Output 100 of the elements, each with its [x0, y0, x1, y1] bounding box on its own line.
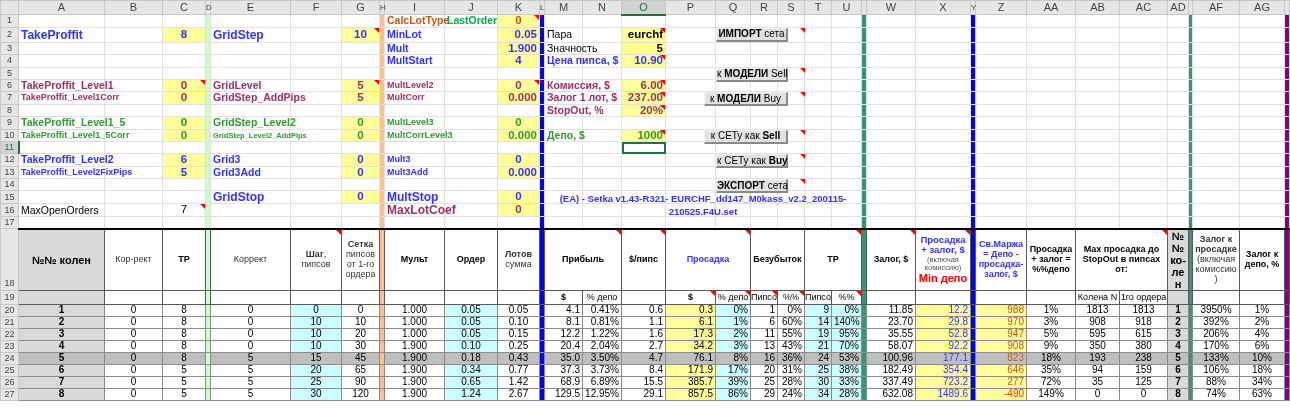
table-cell: 0: [1075, 388, 1120, 401]
column-header[interactable]: A: [18, 0, 105, 15]
column-header[interactable]: AD: [1167, 0, 1189, 15]
table-cell: 0: [341, 304, 380, 317]
parameter-label: MaxOpenOrders: [21, 203, 99, 216]
column-heading: Прибыль: [544, 228, 622, 291]
parameter-label: TakeProffit: [21, 27, 83, 42]
table-cell: 5: [210, 376, 291, 389]
table-cell: 0.81%: [582, 316, 622, 329]
parameter-label: StopOut, %: [547, 103, 604, 116]
column-header[interactable]: Z: [975, 0, 1027, 15]
table-cell: 8%: [715, 352, 751, 365]
parameter-label: Пара: [547, 28, 573, 40]
column-header[interactable]: W: [866, 0, 916, 15]
column-header[interactable]: K: [497, 0, 540, 15]
active-cell[interactable]: [621, 141, 666, 154]
row-header[interactable]: 18: [0, 228, 19, 291]
action-button[interactable]: ЭКСПОРТ сета: [716, 179, 788, 193]
table-cell: 206%: [1192, 328, 1240, 341]
table-cell: 35: [1075, 376, 1120, 389]
parameter-label: MinLot: [387, 28, 422, 40]
column-header[interactable]: AB: [1075, 0, 1120, 15]
table-cell: 8: [162, 352, 206, 365]
action-button[interactable]: к СЕТу как Buy: [716, 154, 788, 168]
table-cell: 16: [750, 352, 778, 365]
table-cell: 100.96: [866, 352, 916, 365]
table-cell: 0: [104, 340, 163, 353]
column-header[interactable]: I: [384, 0, 445, 15]
column-header[interactable]: AF: [1192, 0, 1240, 15]
column-header[interactable]: [1188, 0, 1193, 15]
table-cell: 159: [1119, 364, 1168, 377]
column-heading: Коррект: [210, 228, 291, 291]
column-header[interactable]: H: [379, 0, 385, 15]
table-cell: 12.2: [544, 328, 583, 341]
parameter-label: TakeProffit_Level1_5Corr: [21, 129, 130, 140]
parameter-label: Mult3Add: [387, 166, 428, 177]
column-header[interactable]: O: [621, 0, 666, 15]
column-header[interactable]: P: [665, 0, 716, 15]
table-cell: 11: [750, 328, 778, 341]
table-cell: 149%: [1026, 388, 1076, 401]
table-cell: 5: [1167, 352, 1189, 365]
column-header[interactable]: AG: [1239, 0, 1285, 15]
parameter-label: Mult: [387, 41, 409, 54]
table-cell: 0: [210, 304, 291, 317]
table-cell: 5%: [1026, 328, 1076, 341]
table-cell: 60%: [777, 316, 805, 329]
parameter-label: MultCorrLevel3: [387, 129, 453, 140]
column-header[interactable]: Q: [715, 0, 751, 15]
table-cell: 20.4: [544, 340, 583, 353]
column-header[interactable]: F: [290, 0, 342, 15]
column-header[interactable]: T: [804, 0, 832, 15]
column-header[interactable]: R: [750, 0, 778, 15]
table-cell: 0: [104, 364, 163, 377]
column-header[interactable]: U: [831, 0, 862, 15]
table-cell: 10: [341, 316, 380, 329]
table-cell: 0: [1119, 388, 1168, 401]
parameter-label: TakeProffit_Level2FixPips: [21, 166, 133, 177]
table-cell: 9%: [1026, 340, 1076, 353]
column-header[interactable]: [1284, 0, 1290, 15]
column-header[interactable]: G: [341, 0, 380, 15]
column-header[interactable]: M: [544, 0, 583, 15]
table-cell: 1.000: [384, 328, 445, 341]
warning-label: Min депо: [917, 272, 969, 285]
column-header[interactable]: N: [582, 0, 622, 15]
column-header[interactable]: AC: [1119, 0, 1168, 15]
column-header[interactable]: B: [104, 0, 163, 15]
column-header[interactable]: D: [205, 0, 211, 15]
column-header[interactable]: S: [777, 0, 805, 15]
column-header[interactable]: C: [162, 0, 206, 15]
table-cell: 23.70: [866, 316, 916, 329]
table-cell: 0.77: [497, 364, 540, 377]
parameter-label: LastOrder: [447, 14, 498, 27]
table-cell: 177.1: [915, 352, 971, 365]
column-subheading: % депо: [715, 290, 751, 305]
table-cell: 133%: [1192, 352, 1240, 365]
table-cell: 1813: [1075, 304, 1120, 317]
column-header[interactable]: J: [444, 0, 498, 15]
parameter-label: TakeProffit_Level1Corr: [21, 92, 120, 103]
table-cell: 129.5: [544, 388, 583, 401]
table-cell: 0: [210, 340, 291, 353]
table-cell: 337.49: [866, 376, 916, 389]
column-header[interactable]: L: [539, 0, 545, 15]
table-cell: 2.04%: [582, 340, 622, 353]
table-cell: 0: [104, 328, 163, 341]
table-cell: 5: [210, 352, 291, 365]
column-header[interactable]: AA: [1026, 0, 1076, 15]
table-cell: 120: [341, 388, 380, 401]
table-cell: 35.0: [544, 352, 583, 365]
action-button[interactable]: к МОДЕЛИ Buy: [704, 92, 788, 106]
table-cell: 8.1: [544, 316, 583, 329]
parameter-label: MultLevel3: [387, 117, 434, 128]
table-cell: 170%: [1192, 340, 1240, 353]
column-header[interactable]: Y: [970, 0, 976, 15]
value-cell[interactable]: 7: [162, 203, 206, 217]
column-header[interactable]: [861, 0, 867, 15]
column-header[interactable]: X: [915, 0, 971, 15]
parameter-label: Комиссия, $: [547, 78, 610, 91]
column-subheading: % депо: [582, 290, 622, 305]
table-cell: 76.1: [665, 352, 716, 365]
table-cell: 0: [104, 376, 163, 389]
